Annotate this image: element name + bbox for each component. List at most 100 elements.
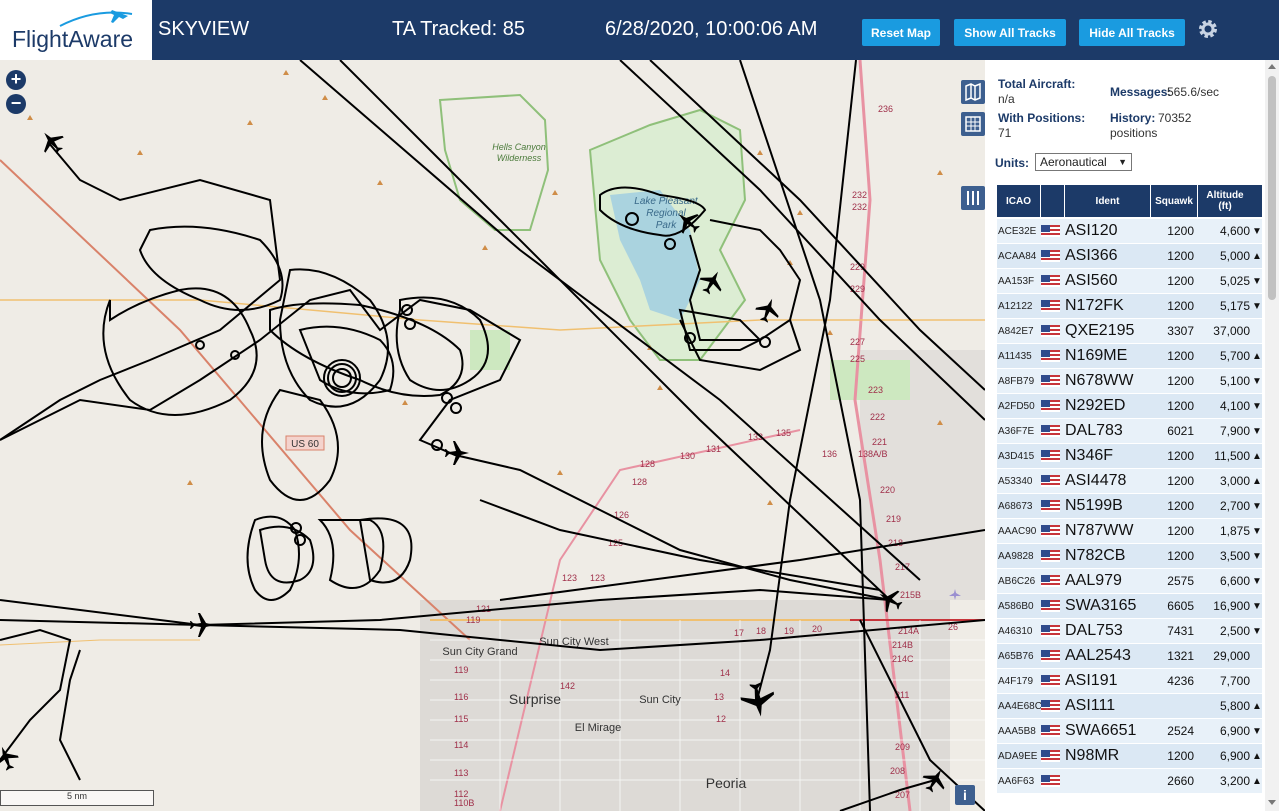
squawk-cell: 1200 bbox=[1167, 224, 1194, 238]
table-row[interactable]: A4F179 ASI191 4236 7,700 bbox=[997, 669, 1262, 694]
altitude-cell: 5,025 bbox=[1219, 274, 1250, 288]
us-flag-icon bbox=[1041, 675, 1060, 687]
table-row[interactable]: AA6F63 2660 3,200 ▲ bbox=[997, 769, 1262, 794]
squawk-cell: 1200 bbox=[1167, 374, 1194, 388]
altitude-cell: 2,500 bbox=[1219, 624, 1250, 638]
header-flag[interactable] bbox=[1041, 185, 1065, 217]
info-button[interactable]: i bbox=[955, 785, 975, 805]
table-row[interactable]: A65B76 AAL2543 1321 29,000 bbox=[997, 644, 1262, 669]
table-row[interactable]: AA4E68C ASI111 5,800 ▲ bbox=[997, 694, 1262, 719]
hide-all-tracks-button[interactable]: Hide All Tracks bbox=[1079, 19, 1185, 46]
columns-toggle-button[interactable] bbox=[961, 186, 985, 210]
icao-cell: A2FD50 bbox=[998, 400, 1035, 412]
us-flag-icon bbox=[1041, 250, 1060, 262]
altitude-trend-icon: ▼ bbox=[1252, 225, 1262, 237]
scroll-up-icon[interactable] bbox=[1268, 64, 1276, 69]
flightaware-logo[interactable]: FlightAware bbox=[0, 0, 152, 60]
chevron-down-icon: ▼ bbox=[1118, 157, 1127, 167]
map-canvas[interactable]: Hells Canyon Wilderness Lake Pleasant Re… bbox=[0, 60, 985, 811]
scroll-thumb[interactable] bbox=[1268, 76, 1276, 300]
icao-cell: A53340 bbox=[998, 475, 1033, 487]
table-row[interactable]: ACE32E ASI120 1200 4,600 ▼ bbox=[997, 219, 1262, 244]
road-number: 123 bbox=[562, 573, 577, 583]
altitude-trend-icon: ▼ bbox=[1252, 550, 1262, 562]
icao-cell: A68673 bbox=[998, 500, 1033, 512]
squawk-cell: 1200 bbox=[1167, 349, 1194, 363]
header-ident[interactable]: Ident bbox=[1065, 185, 1151, 217]
table-row[interactable]: A842E7 QXE2195 3307 37,000 bbox=[997, 319, 1262, 344]
table-row[interactable]: A2FD50 N292ED 1200 4,100 ▼ bbox=[997, 394, 1262, 419]
history-unit: positions bbox=[1110, 126, 1158, 140]
show-all-tracks-button[interactable]: Show All Tracks bbox=[954, 19, 1066, 46]
units-select[interactable]: Aeronautical ▼ bbox=[1035, 153, 1132, 171]
ident-cell: ASI120 bbox=[1065, 222, 1118, 239]
table-row[interactable]: AA153F ASI560 1200 5,025 ▼ bbox=[997, 269, 1262, 294]
us-flag-icon bbox=[1041, 750, 1060, 762]
flag-cell bbox=[1041, 300, 1065, 312]
header-icao[interactable]: ICAO bbox=[997, 185, 1041, 217]
table-row[interactable]: AAA5B8 SWA6651 2524 6,900 ▼ bbox=[997, 719, 1262, 744]
surprise-label: Surprise bbox=[509, 691, 561, 707]
flag-cell bbox=[1041, 225, 1065, 237]
header-altitude[interactable]: Altitude (ft) bbox=[1198, 185, 1252, 217]
us-flag-icon bbox=[1041, 275, 1060, 287]
us-flag-icon bbox=[1041, 725, 1060, 737]
table-row[interactable]: A8FB79 N678WW 1200 5,100 ▼ bbox=[997, 369, 1262, 394]
us-flag-icon bbox=[1041, 300, 1060, 312]
table-row[interactable]: A53340 ASI4478 1200 3,000 ▲ bbox=[997, 469, 1262, 494]
panel-scrollbar[interactable] bbox=[1265, 60, 1279, 811]
altitude-cell: 37,000 bbox=[1213, 324, 1250, 338]
table-row[interactable]: AA9828 N782CB 1200 3,500 ▼ bbox=[997, 544, 1262, 569]
altitude-trend-icon: ▼ bbox=[1252, 600, 1262, 612]
table-row[interactable]: ADA9EE N98MR 1200 6,900 ▲ bbox=[997, 744, 1262, 769]
icao-cell: A3D415 bbox=[998, 450, 1035, 462]
road-number: 119 bbox=[454, 665, 468, 675]
squawk-cell: 1200 bbox=[1167, 274, 1194, 288]
road-number: 123 bbox=[590, 573, 605, 583]
altitude-cell: 5,800 bbox=[1219, 699, 1250, 713]
ident-cell: ASI111 bbox=[1065, 697, 1116, 714]
table-row[interactable]: A586B0 SWA3165 6605 16,900 ▼ bbox=[997, 594, 1262, 619]
icao-cell: A8FB79 bbox=[998, 375, 1035, 387]
us-flag-icon bbox=[1041, 575, 1060, 587]
road-number: 128 bbox=[640, 459, 655, 469]
header-squawk[interactable]: Squawk bbox=[1151, 185, 1198, 217]
us-flag-icon bbox=[1041, 400, 1060, 412]
flag-cell bbox=[1041, 375, 1065, 387]
table-row[interactable]: A11435 N169ME 1200 5,700 ▲ bbox=[997, 344, 1262, 369]
zoom-out-button[interactable]: − bbox=[6, 94, 26, 114]
columns-icon bbox=[967, 191, 979, 205]
header-altitude-label: Altitude bbox=[1206, 190, 1244, 201]
map-area[interactable]: Hells Canyon Wilderness Lake Pleasant Re… bbox=[0, 60, 985, 811]
road-number: 135 bbox=[776, 428, 791, 438]
timestamp: 6/28/2020, 10:00:06 AM bbox=[605, 18, 818, 40]
ident-cell: SWA6651 bbox=[1065, 722, 1137, 739]
table-row[interactable]: ACAA84 ASI366 1200 5,000 ▲ bbox=[997, 244, 1262, 269]
scroll-down-icon[interactable] bbox=[1268, 800, 1276, 805]
altitude-trend-icon: ▼ bbox=[1252, 275, 1262, 287]
table-row[interactable]: A3D415 N346F 1200 11,500 ▲ bbox=[997, 444, 1262, 469]
hells-canyon-label: Hells Canyon bbox=[492, 142, 546, 152]
table-row[interactable]: A36F7E DAL783 6021 7,900 ▼ bbox=[997, 419, 1262, 444]
squawk-cell: 1200 bbox=[1167, 499, 1194, 513]
flag-cell bbox=[1041, 725, 1065, 737]
table-row[interactable]: AB6C26 AAL979 2575 6,600 ▼ bbox=[997, 569, 1262, 594]
ident-cell: SWA3165 bbox=[1065, 597, 1137, 614]
map-layers-button[interactable] bbox=[961, 80, 985, 104]
ident-cell: ASI560 bbox=[1065, 272, 1118, 289]
table-row[interactable]: A68673 N5199B 1200 2,700 ▼ bbox=[997, 494, 1262, 519]
with-positions-value: 71 bbox=[998, 126, 1012, 140]
icao-cell: AA9828 bbox=[998, 550, 1034, 562]
table-row[interactable]: A46310 DAL753 7431 2,500 ▼ bbox=[997, 619, 1262, 644]
table-row[interactable]: A12122 N172FK 1200 5,175 ▼ bbox=[997, 294, 1262, 319]
reset-map-button[interactable]: Reset Map bbox=[862, 19, 940, 46]
map-icon bbox=[965, 82, 981, 102]
table-row[interactable]: AAAC90 N787WW 1200 1,875 ▼ bbox=[997, 519, 1262, 544]
gear-icon[interactable] bbox=[1196, 17, 1220, 41]
ident-cell: DAL753 bbox=[1065, 622, 1123, 639]
grid-toggle-button[interactable] bbox=[961, 112, 985, 136]
road-number: 223 bbox=[868, 385, 883, 395]
road-number: 121 bbox=[476, 604, 491, 614]
ident-cell: DAL783 bbox=[1065, 422, 1123, 439]
zoom-in-button[interactable]: + bbox=[6, 70, 26, 90]
